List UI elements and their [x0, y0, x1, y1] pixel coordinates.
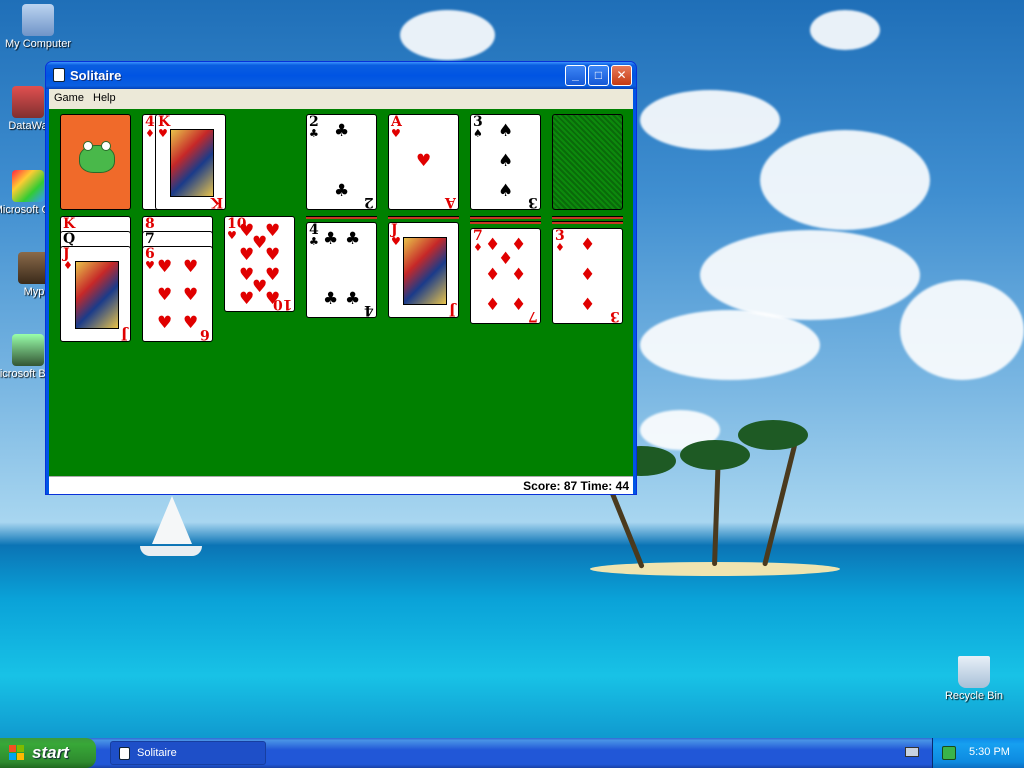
score-time-readout: Score: 87 Time: 44	[523, 479, 629, 493]
windows-logo-icon	[9, 745, 25, 761]
desktop-icon-label: DataWa	[8, 120, 48, 132]
sailboat	[152, 496, 192, 544]
start-button[interactable]: start	[0, 738, 96, 768]
foundation-1[interactable]: 2 ♣ ♣ ♣ 2	[306, 114, 377, 210]
foundation-4-empty[interactable]	[552, 114, 623, 210]
jack-of-hearts-face	[403, 237, 447, 305]
solitaire-app-icon	[53, 68, 65, 82]
game-table: 4 ♦ K ♥ K 2 ♣ ♣ ♣ 2 A ♥ ♥ A 3 ♠ ♠ ♠ ♠ 3 …	[49, 109, 633, 476]
jack-face	[75, 261, 119, 329]
tableau-4-facedown	[306, 216, 377, 219]
close-button[interactable]: ✕	[611, 65, 632, 86]
desktop-icon-my-computer[interactable]: My Computer	[0, 4, 76, 50]
status-bar: Score: 87 Time: 44	[49, 476, 633, 494]
king-of-hearts-face	[170, 129, 214, 197]
desktop-icon-label: Recycle Bin	[944, 690, 1004, 702]
desktop-icon-recycle-bin[interactable]: Recycle Bin	[936, 656, 1012, 702]
system-tray: 5:30 PM	[932, 738, 1024, 768]
clock[interactable]: 5:30 PM	[969, 746, 1010, 758]
tableau-5-top-card[interactable]: J ♥ J	[388, 222, 459, 318]
tableau-6-facedown	[470, 216, 541, 219]
start-label: start	[32, 743, 69, 762]
waste-top-card[interactable]: K ♥ K	[155, 114, 226, 210]
tableau-7-facedown	[552, 216, 623, 219]
menu-game[interactable]: Game	[54, 92, 84, 104]
recycle-bin-icon	[958, 656, 990, 688]
foundation-2[interactable]: A ♥ ♥ A	[388, 114, 459, 210]
maximize-button[interactable]: □	[588, 65, 609, 86]
taskbar-button-solitaire[interactable]: Solitaire	[110, 741, 266, 765]
datawa-shortcut-icon	[12, 86, 44, 118]
menu-bar: Game Help	[49, 89, 633, 109]
frog-card-back-icon	[79, 141, 115, 173]
visual-cpp-shortcut-icon	[12, 170, 44, 202]
tableau-3-top-card[interactable]: 10 ♥ ♥ ♥ ♥ ♥ ♥ ♥ ♥ ♥ ♥ ♥ 10	[224, 216, 295, 312]
taskbar: start Solitaire 5:30 PM	[0, 738, 1024, 768]
my-computer-icon	[22, 4, 54, 36]
desktop-icon-label: My Computer	[4, 38, 72, 50]
solitaire-app-icon	[119, 747, 130, 760]
stock-pile[interactable]	[60, 114, 131, 210]
title-bar[interactable]: Solitaire _ □ ✕	[46, 62, 636, 89]
tableau-6-top-card[interactable]: 7 ♦ ♦ ♦ ♦ ♦ ♦ ♦ ♦ 7	[470, 228, 541, 324]
window-title: Solitaire	[70, 68, 122, 83]
minimize-button[interactable]: _	[565, 65, 586, 86]
tableau-1-top-card[interactable]: J ♦ J	[60, 246, 131, 342]
visual-basic-shortcut-icon	[12, 334, 44, 366]
desktop-icon-label: Myp	[23, 286, 45, 298]
tableau-5-facedown	[388, 216, 459, 219]
tableau-4-top-card[interactable]: 4 ♣ ♣ ♣ ♣ ♣ 4	[306, 222, 377, 318]
solitaire-window[interactable]: Solitaire _ □ ✕ Game Help 4 ♦ K ♥ K 2 ♣ …	[45, 61, 637, 495]
tableau-2-top-card[interactable]: 6 ♥ ♥ ♥ ♥ ♥ ♥ ♥ 6	[142, 246, 213, 342]
menu-help[interactable]: Help	[93, 92, 116, 104]
network-icon[interactable]	[942, 746, 956, 760]
keyboard-icon[interactable]	[905, 747, 919, 757]
foundation-3[interactable]: 3 ♠ ♠ ♠ ♠ 3	[470, 114, 541, 210]
tableau-7-top-card[interactable]: 3 ♦ ♦ ♦ ♦ 3	[552, 228, 623, 324]
taskbar-button-label: Solitaire	[137, 747, 177, 759]
